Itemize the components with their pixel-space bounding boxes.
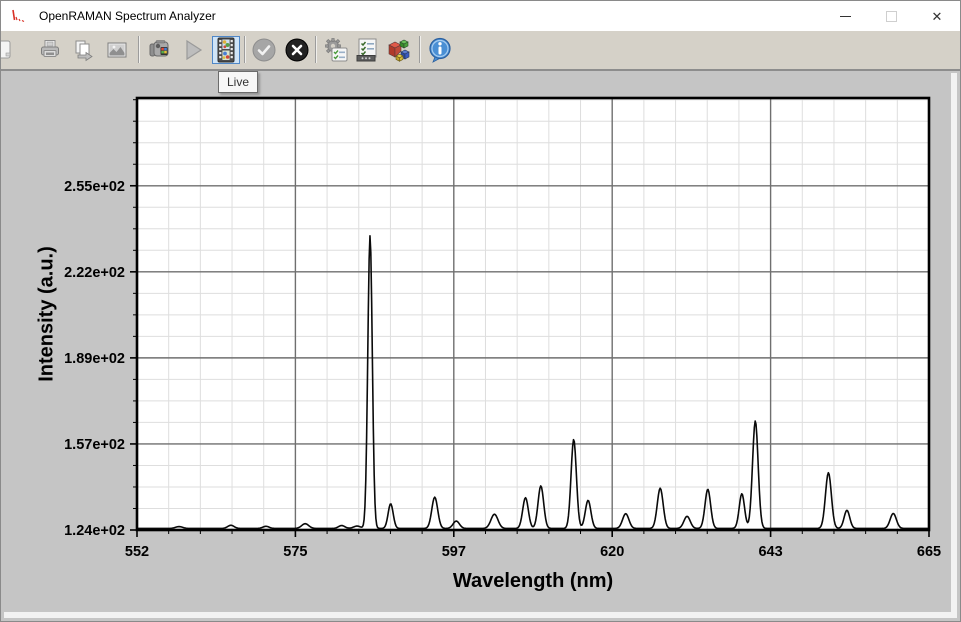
svg-text:643: 643 (758, 544, 782, 560)
svg-text:620: 620 (600, 544, 624, 560)
x-axis-title: Wavelength (nm) (137, 570, 929, 593)
svg-text:597: 597 (442, 544, 466, 560)
spectrum-plot: 552 575 597 620 643 665 1.24e+02 1.57e+02 1.89e+… (1, 1, 961, 622)
svg-text:2.55e+02: 2.55e+02 (64, 179, 125, 195)
y-axis-title: Intensity (a.u.) (36, 246, 59, 382)
panel-bevel (4, 612, 957, 618)
svg-text:2.22e+02: 2.22e+02 (64, 265, 125, 281)
live-tooltip-label: Live (227, 75, 249, 89)
svg-text:665: 665 (917, 544, 941, 560)
svg-text:552: 552 (125, 544, 149, 560)
panel-bevel (951, 73, 957, 616)
live-tooltip: Live (218, 71, 258, 93)
svg-text:1.57e+02: 1.57e+02 (64, 437, 125, 453)
app-window: OpenRAMAN Spectrum Analyzer ✕ (0, 0, 961, 622)
svg-text:575: 575 (283, 544, 307, 560)
svg-text:1.24e+02: 1.24e+02 (64, 523, 125, 539)
svg-text:1.89e+02: 1.89e+02 (64, 351, 125, 367)
